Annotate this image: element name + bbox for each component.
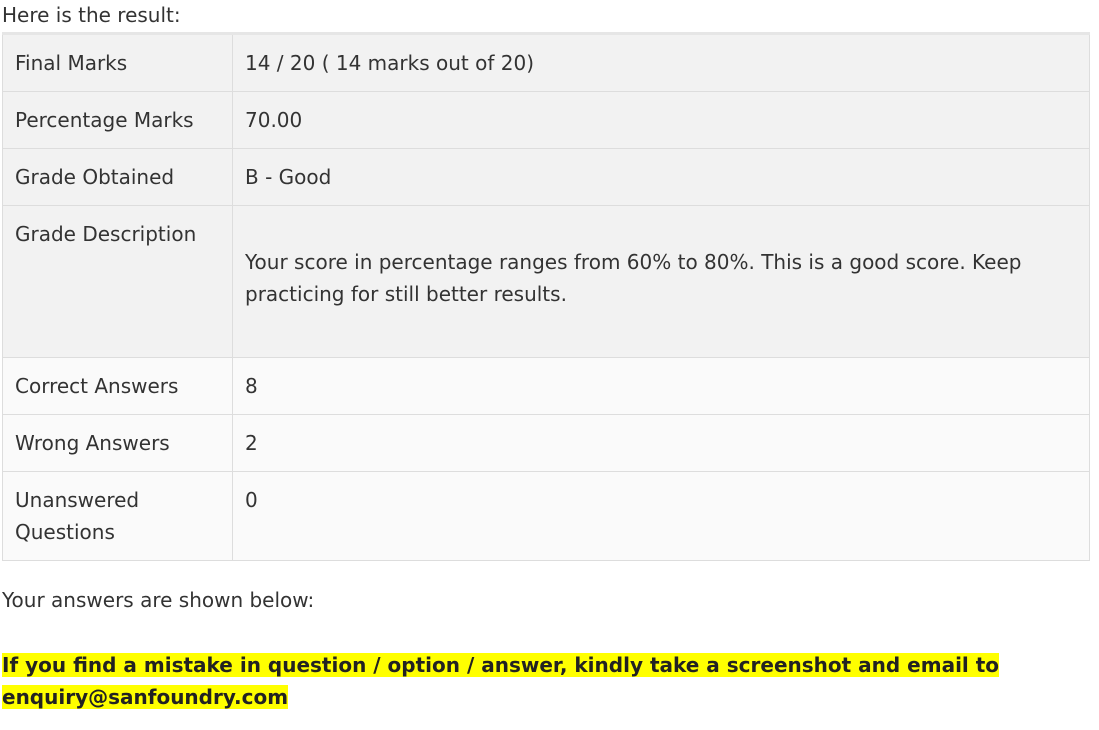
table-row-percentage-marks: Percentage Marks 70.00 <box>2 91 1090 149</box>
table-row-grade-obtained: Grade Obtained B - Good <box>2 148 1090 206</box>
percentage-marks-label: Percentage Marks <box>2 91 233 149</box>
grade-obtained-value: B - Good <box>232 148 1090 206</box>
final-marks-label: Final Marks <box>2 33 233 92</box>
wrong-answers-label: Wrong Answers <box>2 414 233 472</box>
table-row-unanswered-questions: Unanswered Questions 0 <box>2 471 1090 561</box>
unanswered-questions-value: 0 <box>232 471 1090 561</box>
grade-obtained-label: Grade Obtained <box>2 148 233 206</box>
final-marks-value: 14 / 20 ( 14 marks out of 20) <box>232 33 1090 92</box>
results-table: Final Marks 14 / 20 ( 14 marks out of 20… <box>2 32 1090 561</box>
table-row-correct-answers: Correct Answers 8 <box>2 357 1090 415</box>
correct-answers-value: 8 <box>232 357 1090 415</box>
unanswered-questions-label: Unanswered Questions <box>2 471 233 561</box>
table-row-wrong-answers: Wrong Answers 2 <box>2 414 1090 472</box>
grade-description-cell: Your score in percentage ranges from 60%… <box>232 205 1090 358</box>
table-row-final-marks: Final Marks 14 / 20 ( 14 marks out of 20… <box>2 33 1090 92</box>
mistake-notice: If you find a mistake in question / opti… <box>2 649 1002 713</box>
table-row-grade-description: Grade Description Your score in percenta… <box>2 205 1090 358</box>
percentage-marks-value: 70.00 <box>232 91 1090 149</box>
wrong-answers-value: 2 <box>232 414 1090 472</box>
correct-answers-label: Correct Answers <box>2 357 233 415</box>
answers-shown-text: Your answers are shown below: <box>2 588 315 612</box>
grade-description-label: Grade Description <box>2 205 233 358</box>
result-intro-text: Here is the result: <box>2 3 181 27</box>
mistake-notice-text: If you find a mistake in question / opti… <box>2 653 1000 709</box>
grade-description-value: Your score in percentage ranges from 60%… <box>245 250 1022 306</box>
